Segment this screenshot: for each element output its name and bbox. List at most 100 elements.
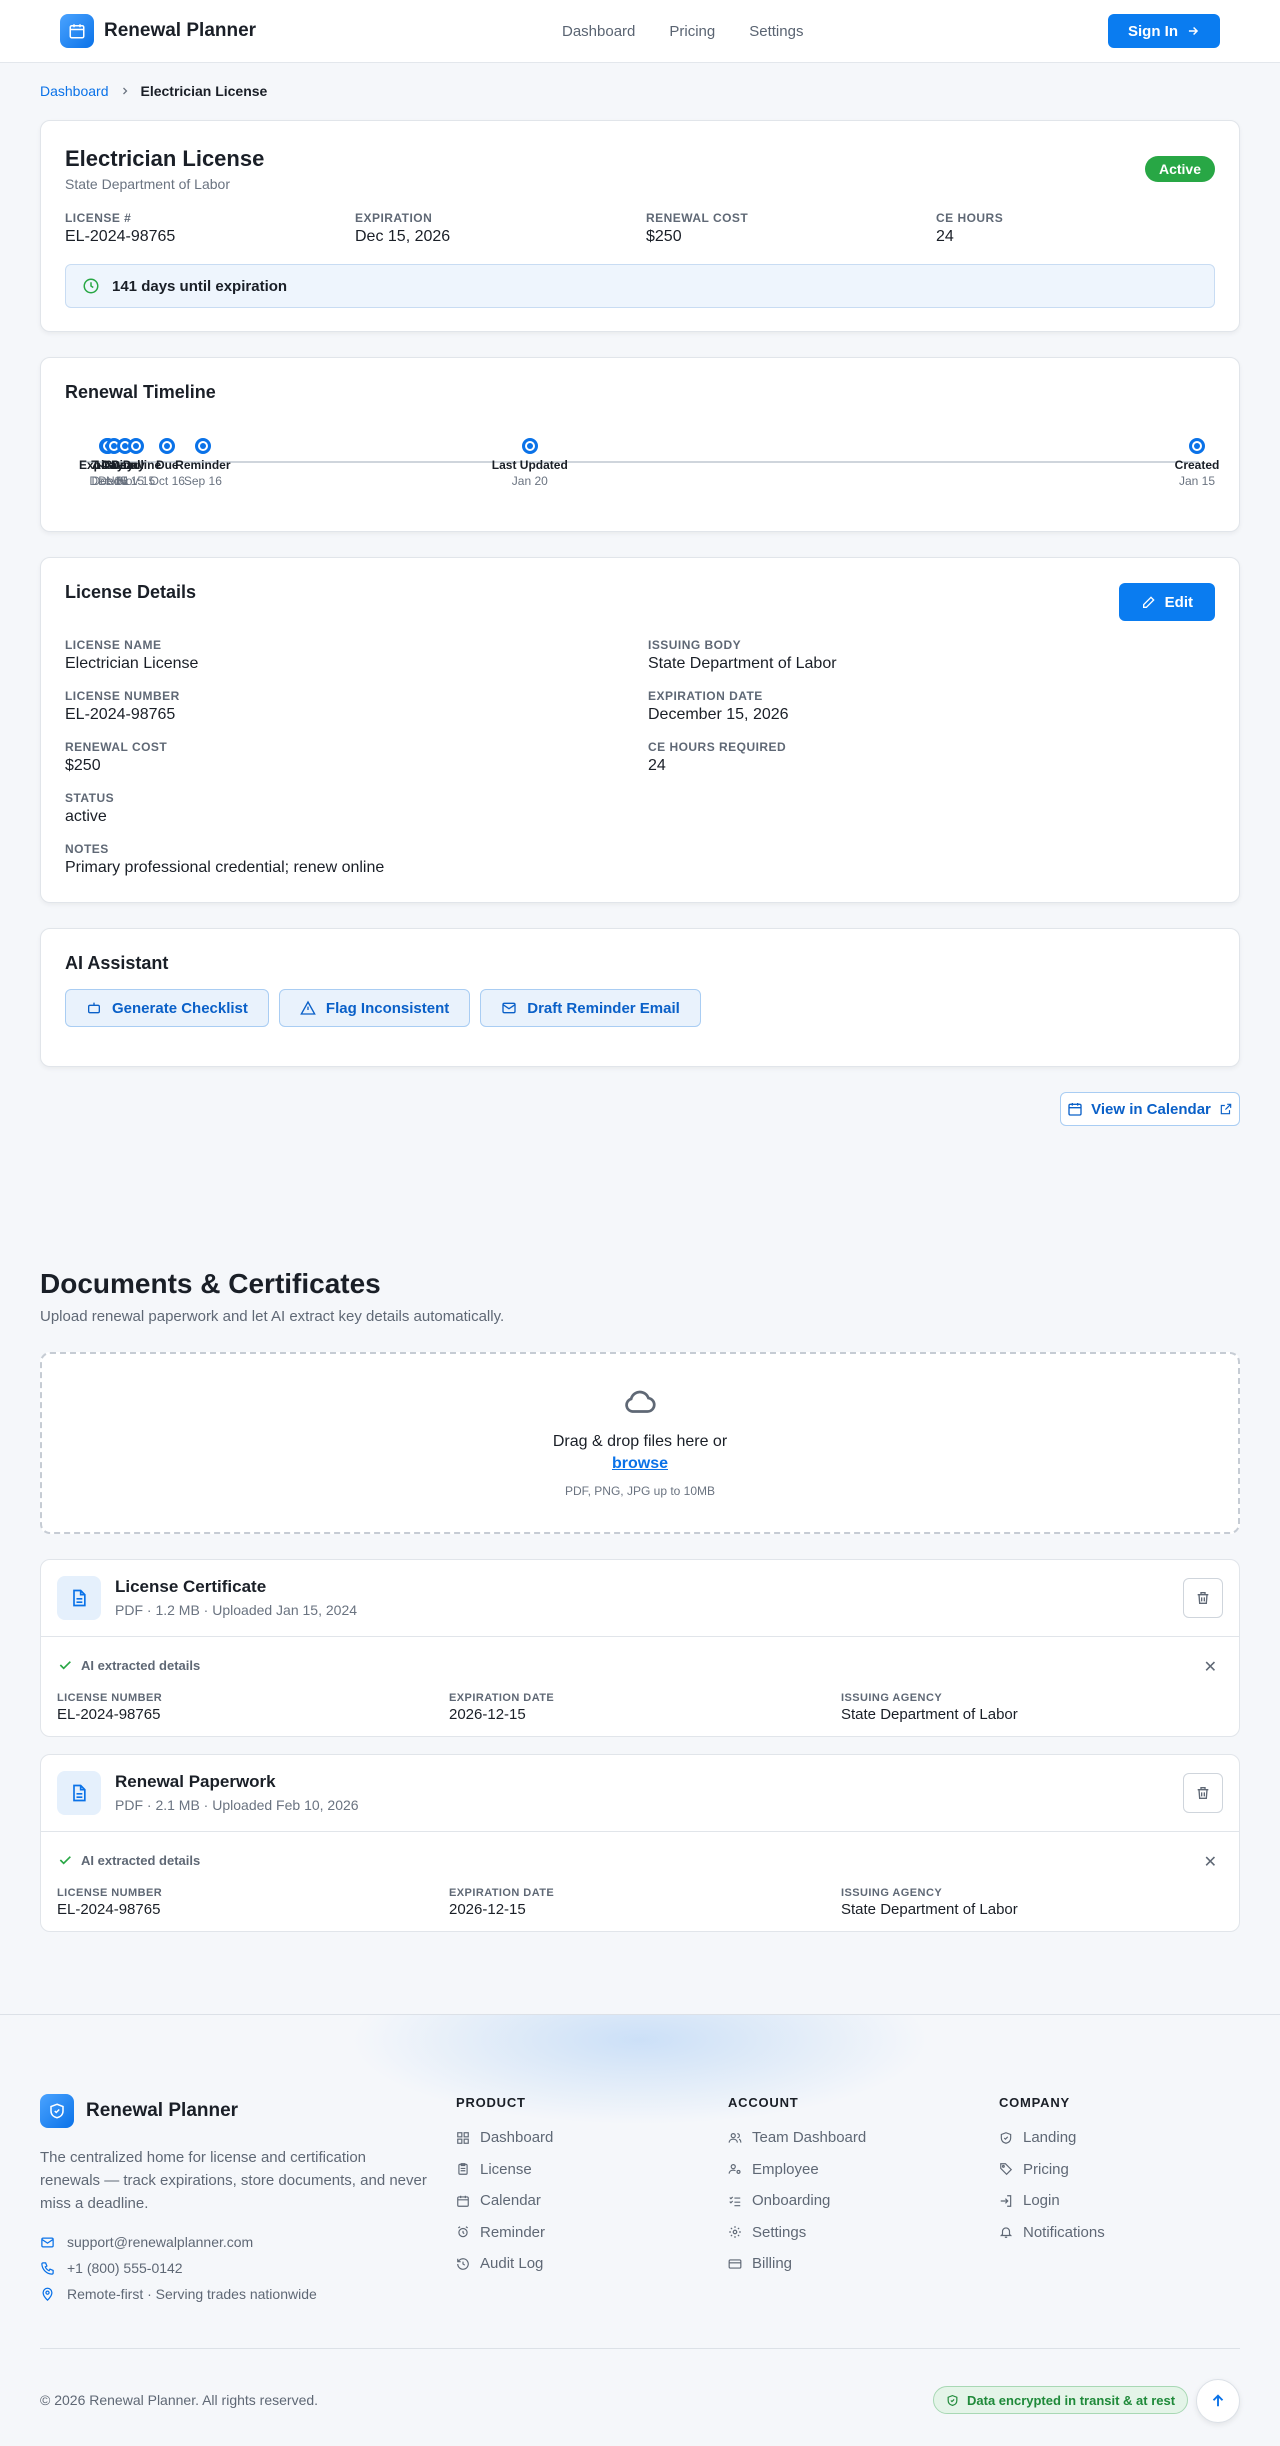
sign-in-label: Sign In <box>1128 22 1178 40</box>
view-in-calendar-label: View in Calendar <box>1091 1100 1211 1118</box>
summary-field-label: Expiration <box>355 211 433 225</box>
nav-dashboard[interactable]: Dashboard <box>562 23 635 40</box>
footer-link-settings[interactable]: Settings <box>728 2217 866 2249</box>
footer-link-label: Billing <box>752 2255 793 2273</box>
footer-col-title: Product <box>456 2095 526 2110</box>
back-to-top-button[interactable] <box>1196 2379 1240 2423</box>
divider <box>41 1831 1239 1832</box>
divider <box>41 1636 1239 1637</box>
detail-value: Primary professional credential; renew o… <box>65 859 385 876</box>
footer-link-label: Team Dashboard <box>752 2129 867 2147</box>
delete-document-button[interactable] <box>1183 1773 1223 1813</box>
edit-label: Edit <box>1164 593 1193 611</box>
extracted-value: State Department of Labor <box>841 1706 1018 1723</box>
close-icon[interactable]: ✕ <box>1204 1852 1217 1872</box>
gear-icon <box>729 2226 741 2239</box>
footer-link-onboarding[interactable]: Onboarding <box>728 2185 866 2217</box>
detail-value: 24 <box>648 757 666 774</box>
summary-field-value: 24 <box>936 228 954 245</box>
footer-link-reminder[interactable]: Reminder <box>456 2217 553 2249</box>
view-in-calendar-button[interactable]: View in Calendar <box>1060 1092 1240 1126</box>
summary-field-label: Renewal Cost <box>646 211 749 225</box>
footer-link-label: Notifications <box>1023 2223 1105 2241</box>
footer-link-team-dashboard[interactable]: Team Dashboard <box>728 2122 866 2154</box>
details-left-col: License Name Electrician License License … <box>65 638 384 893</box>
document-card: Renewal Paperwork PDF · 2.1 MB · Uploade… <box>40 1754 1240 1932</box>
license-title: Electrician License <box>65 146 265 171</box>
phone-icon <box>41 2261 54 2275</box>
footer-email[interactable]: support@renewalplanner.com <box>40 2234 253 2250</box>
ai-actions: Generate Checklist Flag Inconsistent Dra… <box>65 989 701 1027</box>
generate-checklist-button[interactable]: Generate Checklist <box>65 989 269 1027</box>
breadcrumb-current: Electrician License <box>140 83 268 99</box>
footer-link-label: Dashboard <box>480 2129 554 2147</box>
document-card: License Certificate PDF · 1.2 MB · Uploa… <box>40 1559 1240 1737</box>
delete-document-button[interactable] <box>1183 1578 1223 1618</box>
footer-link-calendar[interactable]: Calendar <box>456 2185 553 2217</box>
footer-link-audit-log[interactable]: Audit Log <box>456 2248 553 2280</box>
close-icon[interactable]: ✕ <box>1204 1657 1217 1677</box>
footer-link-label: Settings <box>752 2223 807 2241</box>
nav-settings[interactable]: Settings <box>749 23 803 40</box>
draft-reminder-email-button[interactable]: Draft Reminder Email <box>480 989 701 1027</box>
detail-value: Electrician License <box>65 655 199 672</box>
extracted-agency: Issuing Agency State Department of Labor <box>841 1887 1018 1918</box>
summary-field-value: $250 <box>646 228 682 245</box>
footer-link-label: Landing <box>1023 2129 1077 2147</box>
draft-reminder-email-label: Draft Reminder Email <box>527 999 680 1017</box>
robot-icon <box>88 1002 100 1014</box>
shield-check-icon <box>1000 2131 1012 2144</box>
detail-label: Issuing Body <box>648 638 742 652</box>
top-nav: Renewal Planner Dashboard Pricing Settin… <box>0 0 1280 63</box>
footer-link-license[interactable]: License <box>456 2154 553 2186</box>
timeline-point: Reminder Sep 16 <box>143 438 263 488</box>
footer-phone[interactable]: +1 (800) 555-0142 <box>40 2260 183 2276</box>
footer-divider <box>40 2348 1240 2349</box>
arrow-right-icon <box>1188 26 1199 36</box>
extracted-value: State Department of Labor <box>841 1901 1018 1918</box>
ai-title: AI Assistant <box>65 953 169 973</box>
summary-field-label: License # <box>65 211 132 225</box>
check-icon <box>59 1856 71 1865</box>
calendar-icon <box>457 2195 469 2207</box>
external-link-icon <box>1220 1103 1232 1115</box>
detail-value: active <box>65 808 107 825</box>
breadcrumb: Dashboard Electrician License <box>0 63 1280 103</box>
app-name: Renewal Planner <box>104 20 257 41</box>
alarm-icon <box>458 2226 468 2238</box>
footer-link-label: Login <box>1023 2192 1060 2210</box>
shield-icon <box>40 2094 74 2128</box>
detail-status: Status active <box>65 791 384 842</box>
footer-link-login[interactable]: Login <box>999 2185 1105 2217</box>
footer-link-pricing[interactable]: Pricing <box>999 2154 1105 2186</box>
extracted-label: Expiration Date <box>449 1887 555 1899</box>
footer-link-billing[interactable]: Billing <box>728 2248 866 2280</box>
flag-inconsistent-button[interactable]: Flag Inconsistent <box>278 989 471 1027</box>
timeline-date: Sep 16 <box>183 474 222 488</box>
footer-logo[interactable]: Renewal Planner <box>40 2094 238 2128</box>
file-dropzone[interactable]: Drag & drop files here or browse PDF, PN… <box>40 1352 1240 1534</box>
footer-link-notifications[interactable]: Notifications <box>999 2217 1105 2249</box>
app-logo[interactable]: Renewal Planner <box>60 14 256 48</box>
browse-link[interactable]: browse <box>612 1455 668 1473</box>
nav-pricing[interactable]: Pricing <box>669 23 715 40</box>
extracted-expiration: Expiration Date 2026-12-15 <box>449 1692 554 1723</box>
footer-col-account: Account Team Dashboard Employee Onboardi… <box>728 2095 866 2280</box>
timeline-label: Reminder <box>175 458 231 472</box>
sign-in-button[interactable]: Sign In <box>1108 14 1220 48</box>
footer-link-dashboard[interactable]: Dashboard <box>456 2122 553 2154</box>
timeline-label: Last Updated <box>491 458 568 472</box>
ai-assistant-card: AI Assistant Generate Checklist Flag Inc… <box>40 928 1240 1067</box>
footer-link-employee[interactable]: Employee <box>728 2154 866 2186</box>
credit-card-icon <box>728 2259 742 2269</box>
detail-license-name: License Name Electrician License <box>65 638 384 689</box>
timeline-dot <box>194 438 211 454</box>
breadcrumb-dashboard[interactable]: Dashboard <box>40 83 109 99</box>
detail-label: Expiration Date <box>648 689 763 703</box>
footer-link-landing[interactable]: Landing <box>999 2122 1105 2154</box>
mail-icon <box>41 2237 54 2247</box>
arrow-up-icon <box>1212 2394 1224 2407</box>
edit-button[interactable]: Edit <box>1118 583 1215 621</box>
document-meta: PDF · 1.2 MB · Uploaded Jan 15, 2024 <box>115 1602 358 1618</box>
document-meta: PDF · 2.1 MB · Uploaded Feb 10, 2026 <box>115 1797 359 1813</box>
